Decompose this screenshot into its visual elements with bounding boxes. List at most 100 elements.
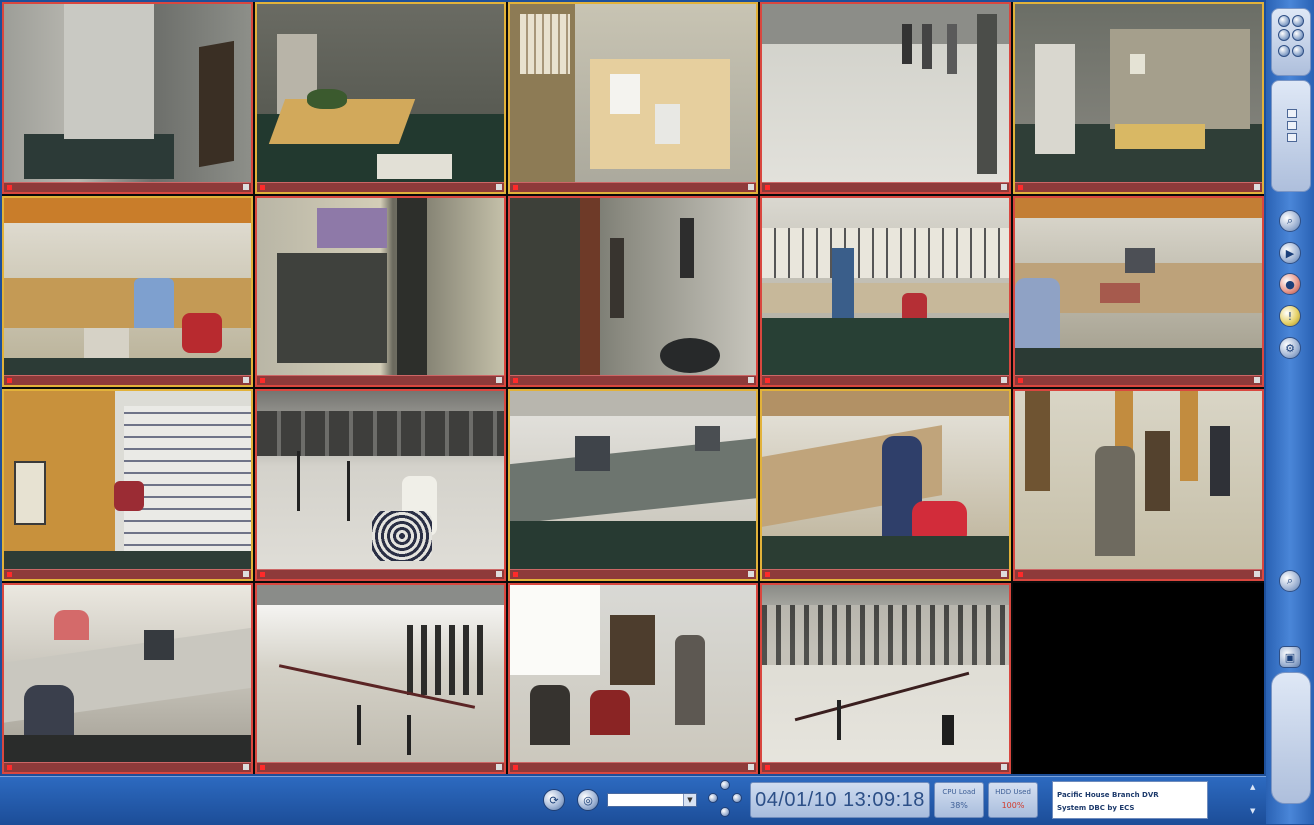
view-option-2-button[interactable]: [1287, 121, 1297, 130]
datetime-text: 04/01/10 13:09:18: [755, 789, 925, 811]
camera-tile[interactable]: [1013, 389, 1264, 581]
scroll-up-icon[interactable]: ▲: [1250, 783, 1255, 791]
recording-indicator: [1018, 184, 1024, 190]
system-info-box: Pacific House Branch DVR System DBC by E…: [1052, 781, 1208, 819]
recording-indicator: [259, 765, 265, 770]
camera-tile[interactable]: [507, 389, 759, 581]
layout-3x3-button[interactable]: [1278, 29, 1290, 41]
recording-indicator: [7, 765, 12, 770]
sidebar-slider[interactable]: [1271, 672, 1311, 804]
alarm-icon[interactable]: !: [1279, 305, 1301, 327]
recording-indicator: [765, 765, 771, 770]
camera-status-bar: [1015, 568, 1262, 579]
camera-tile[interactable]: [254, 389, 506, 581]
layout-5x5-button[interactable]: [1278, 45, 1290, 57]
camera-select-dropdown[interactable]: ▼: [607, 793, 697, 807]
right-sidebar: ⌕ ▶ ● ! ⚙ ⌕ ▣: [1266, 0, 1314, 824]
hdd-meter-label: HDD Used: [995, 788, 1031, 796]
hdd-meter-value: 100%: [1001, 801, 1025, 810]
cpu-meter-label: CPU Load: [942, 788, 976, 796]
recording-indicator: [7, 571, 12, 577]
camera-tile[interactable]: [254, 195, 506, 387]
camera-status-bar: [4, 181, 251, 192]
camera-status-bar: [256, 568, 504, 579]
camera-status-bar: [1015, 181, 1262, 192]
camera-grid: [2, 2, 1264, 774]
camera-status-bar: [509, 762, 757, 772]
view-options-panel: [1271, 80, 1311, 192]
recording-indicator: [259, 378, 265, 383]
recording-indicator: [1018, 571, 1024, 577]
camera-tile[interactable]: [760, 195, 1012, 387]
camera-status-bar: [509, 375, 757, 385]
recording-indicator: [512, 184, 518, 190]
recording-indicator: [7, 378, 12, 383]
playback-icon[interactable]: ▶: [1279, 242, 1301, 264]
recording-indicator: [1018, 378, 1024, 383]
ptz-left-button[interactable]: [708, 793, 718, 803]
record-icon[interactable]: ●: [1279, 273, 1301, 295]
camera-status-bar: [256, 762, 504, 772]
zoom-icon[interactable]: ⌕: [1279, 570, 1301, 592]
camera-status-bar: [762, 375, 1010, 385]
datetime-display: 04/01/10 13:09:18: [750, 782, 930, 818]
camera-status-bar: [256, 181, 504, 192]
recording-indicator: [259, 571, 265, 577]
bottom-toolbar: ⟳ ◎ ▼ 04/01/10 13:09:18 CPU Load 38% HDD…: [0, 776, 1266, 825]
camera-status-bar: [762, 568, 1010, 579]
recording-indicator: [765, 184, 771, 190]
cpu-meter: CPU Load 38%: [934, 782, 984, 818]
camera-status-bar: [762, 181, 1010, 192]
recording-indicator: [512, 378, 518, 383]
hdd-meter: HDD Used 100%: [988, 782, 1038, 818]
recording-indicator: [259, 184, 265, 190]
camera-tile[interactable]: [507, 2, 759, 194]
recording-indicator: [765, 378, 771, 383]
camera-tile[interactable]: [1013, 195, 1264, 387]
recording-indicator: [765, 571, 771, 577]
layout-selector-panel: [1271, 8, 1311, 76]
view-option-1-button[interactable]: [1287, 109, 1297, 118]
camera-tile[interactable]: [2, 389, 253, 581]
camera-tile[interactable]: [760, 2, 1012, 194]
camera-status-bar: [1015, 375, 1262, 385]
cpu-meter-value: 38%: [950, 801, 968, 810]
ptz-up-button[interactable]: [720, 780, 730, 790]
camera-status-bar: [509, 568, 757, 579]
camera-tile[interactable]: [507, 582, 759, 774]
camera-tile[interactable]: [2, 582, 253, 774]
camera-tile[interactable]: [760, 389, 1012, 581]
ptz-right-button[interactable]: [732, 793, 742, 803]
layout-4x4-button[interactable]: [1292, 29, 1304, 41]
layout-1x1-button[interactable]: [1278, 15, 1290, 27]
camera-tile[interactable]: [2, 2, 253, 194]
camera-status-bar: [4, 762, 251, 772]
camera-tile-empty[interactable]: [1013, 582, 1264, 774]
camera-tile[interactable]: [254, 582, 506, 774]
camera-status-bar: [4, 568, 251, 579]
system-info-line1: Pacific House Branch DVR: [1057, 791, 1159, 799]
recording-indicator: [7, 184, 12, 190]
camera-tile[interactable]: [760, 582, 1012, 774]
globe-icon[interactable]: ◎: [577, 789, 599, 811]
view-option-3-button[interactable]: [1287, 133, 1297, 142]
camera-tile[interactable]: [507, 195, 759, 387]
scroll-down-icon[interactable]: ▼: [1250, 807, 1255, 815]
recording-indicator: [512, 571, 518, 577]
ptz-down-button[interactable]: [720, 807, 730, 817]
settings-icon[interactable]: ⚙: [1279, 337, 1301, 359]
system-info-line2: System DBC by ECS: [1057, 804, 1135, 812]
fullscreen-icon[interactable]: ▣: [1279, 646, 1301, 668]
search-icon[interactable]: ⌕: [1279, 210, 1301, 232]
chevron-down-icon[interactable]: ▼: [683, 794, 696, 806]
layout-2x2-button[interactable]: [1292, 15, 1304, 27]
camera-status-bar: [762, 762, 1010, 772]
camera-tile[interactable]: [254, 2, 506, 194]
recording-indicator: [512, 765, 518, 770]
camera-tile[interactable]: [2, 195, 253, 387]
cycle-icon[interactable]: ⟳: [543, 789, 565, 811]
layout-custom-button[interactable]: [1292, 45, 1304, 57]
camera-status-bar: [509, 181, 757, 192]
camera-tile[interactable]: [1013, 2, 1264, 194]
camera-status-bar: [4, 375, 251, 385]
